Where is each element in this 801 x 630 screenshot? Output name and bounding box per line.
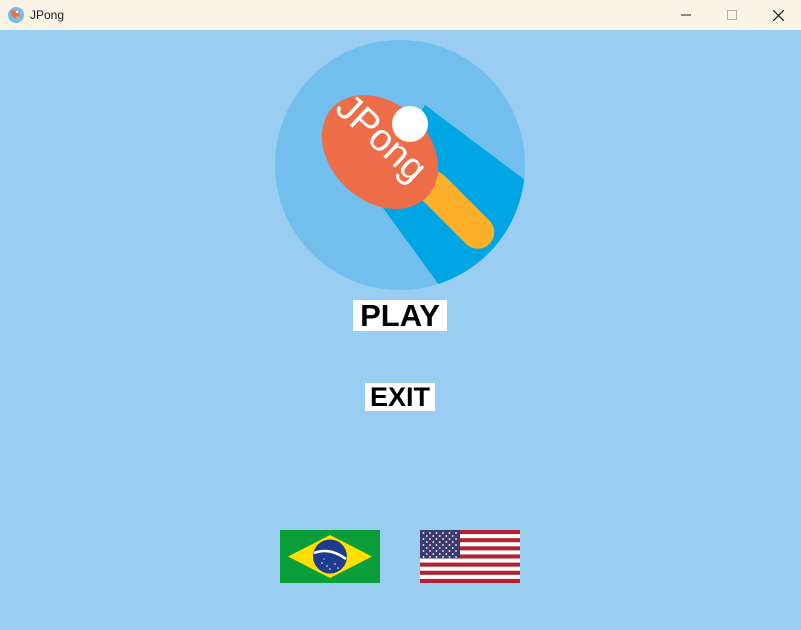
window-title: JPong xyxy=(30,8,65,22)
title-bar[interactable]: JPong xyxy=(0,0,801,30)
minimize-button[interactable] xyxy=(663,0,709,30)
brazil-flag[interactable] xyxy=(280,530,380,583)
jpong-logo: JPong xyxy=(275,40,525,290)
maximize-icon xyxy=(727,10,737,20)
game-window: JPong JPong PLAY EXIT xyxy=(0,0,801,630)
jpong-app-icon xyxy=(8,7,24,23)
play-button[interactable]: PLAY xyxy=(353,300,447,332)
close-button[interactable] xyxy=(755,0,801,30)
close-icon xyxy=(772,9,784,21)
ping-pong-paddle-icon: JPong xyxy=(275,40,525,290)
minimize-icon xyxy=(681,10,691,20)
maximize-button[interactable] xyxy=(709,0,755,30)
exit-button[interactable]: EXIT xyxy=(365,383,435,412)
usa-flag[interactable] xyxy=(420,530,520,583)
